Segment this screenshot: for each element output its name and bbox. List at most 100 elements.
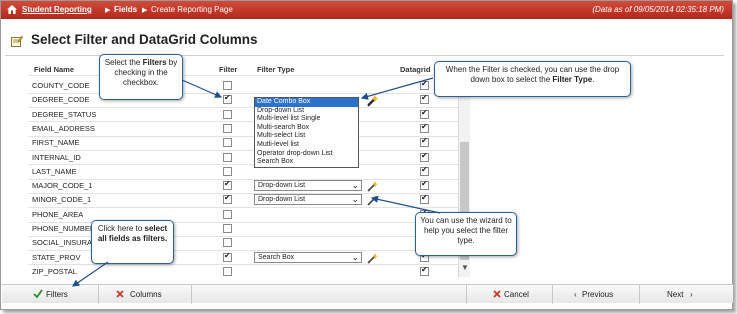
dropdown-option[interactable]: Operator drop-down List bbox=[255, 150, 358, 159]
columns-button[interactable]: Columns bbox=[99, 285, 192, 304]
x-icon bbox=[492, 289, 502, 299]
breadcrumb-student-reporting[interactable]: Student Reporting bbox=[22, 5, 92, 14]
breadcrumb-separator-icon: ▶ bbox=[105, 7, 111, 14]
callout-filter-type: When the Filter is checked, you can use … bbox=[434, 61, 631, 97]
filter-checkbox[interactable] bbox=[223, 251, 232, 262]
scroll-down-icon[interactable]: ▼ bbox=[461, 263, 469, 272]
filters-button[interactable]: Filters bbox=[2, 285, 99, 304]
header-divider-line bbox=[28, 75, 458, 76]
chevron-right-icon: › bbox=[690, 290, 693, 299]
breadcrumb-fields[interactable]: Fields bbox=[114, 5, 137, 14]
field-name: PHONE_AREA bbox=[32, 209, 84, 219]
datagrid-checkbox[interactable] bbox=[420, 193, 429, 205]
field-name: PHONE_NUMBER bbox=[32, 224, 96, 233]
field-name: ZIP_POSTAL bbox=[32, 266, 77, 276]
dropdown-option[interactable]: Search Box bbox=[255, 158, 358, 167]
field-name: LAST_NAME bbox=[32, 166, 77, 176]
row-divider bbox=[28, 207, 458, 209]
field-name: DEGREE_STATUS bbox=[32, 109, 97, 119]
page-title: Select Filter and DataGrid Columns bbox=[31, 32, 258, 47]
chevron-left-icon: ‹ bbox=[574, 290, 577, 299]
dropdown-option[interactable]: Multi-select List bbox=[255, 132, 358, 141]
filter-type-value: Search Box bbox=[258, 253, 295, 261]
filter-type-value: Drop-down List bbox=[258, 196, 306, 204]
filter-checkbox[interactable] bbox=[223, 166, 232, 176]
filter-type-value: Drop-down List bbox=[258, 182, 306, 190]
wizard-wand-icon[interactable] bbox=[366, 194, 378, 206]
wizard-wand-icon[interactable] bbox=[366, 95, 378, 107]
breadcrumb-current-page: Create Reporting Page bbox=[151, 5, 233, 14]
previous-button[interactable]: ‹ Previous bbox=[553, 285, 640, 304]
cancel-button[interactable]: Cancel bbox=[466, 285, 553, 304]
row-divider bbox=[28, 178, 458, 180]
filter-checkbox[interactable] bbox=[223, 93, 232, 105]
chevron-down-icon: ⌄ bbox=[351, 251, 359, 262]
dropdown-option[interactable]: Mutli-level list bbox=[255, 141, 358, 150]
datagrid-checkbox[interactable] bbox=[420, 165, 429, 176]
row-divider bbox=[28, 121, 458, 123]
column-header-field-name[interactable]: Field Name bbox=[34, 65, 74, 74]
breadcrumb-separator-icon: ▶ bbox=[142, 7, 148, 14]
row-divider bbox=[28, 92, 458, 94]
window-frame: Student Reporting ▶ Fields ▶ Create Repo… bbox=[0, 0, 733, 310]
row-divider bbox=[28, 192, 458, 194]
callout-select-all: Click here to select all fields as filte… bbox=[91, 220, 174, 264]
filter-type-dropdown-list[interactable]: Date Combo Box Drop-down List Multi-level … bbox=[254, 97, 359, 168]
field-name: COUNTY_CODE bbox=[32, 81, 90, 90]
field-name: MAJOR_CODE_1 bbox=[32, 181, 93, 191]
row-divider bbox=[28, 135, 458, 137]
datagrid-checkbox[interactable] bbox=[420, 151, 429, 162]
datagrid-checkbox[interactable] bbox=[420, 79, 429, 90]
row-divider bbox=[28, 150, 458, 151]
dropdown-option[interactable]: Multi-level list Single bbox=[255, 115, 358, 124]
chevron-down-icon: ⌄ bbox=[351, 194, 359, 205]
x-icon bbox=[115, 289, 125, 299]
edit-page-icon bbox=[11, 35, 23, 47]
filter-checkbox[interactable] bbox=[223, 152, 232, 162]
row-divider bbox=[28, 264, 458, 266]
field-name: STATE_PROV bbox=[32, 252, 81, 262]
filter-checkbox[interactable] bbox=[223, 123, 232, 133]
row-divider bbox=[28, 164, 458, 166]
dropdown-option[interactable]: Drop-down List bbox=[255, 107, 358, 116]
field-name: SOCIAL_INSURA bbox=[32, 238, 93, 248]
chevron-down-icon: ⌄ bbox=[351, 180, 359, 191]
datagrid-checkbox[interactable] bbox=[420, 265, 429, 276]
column-header-filter-type[interactable]: Filter Type bbox=[257, 65, 294, 74]
filter-type-select[interactable]: Drop-down List ⌄ bbox=[254, 180, 362, 192]
field-name: EMAIL_ADDRESS bbox=[32, 123, 95, 133]
filter-checkbox[interactable] bbox=[223, 193, 232, 205]
home-icon[interactable] bbox=[7, 5, 17, 14]
filter-checkbox[interactable] bbox=[223, 266, 232, 276]
checkmark-icon bbox=[33, 289, 43, 299]
callout-select-filters: Select the Filters by checking in the ch… bbox=[99, 54, 183, 100]
datagrid-checkbox[interactable] bbox=[420, 93, 429, 105]
filter-checkbox[interactable] bbox=[223, 224, 232, 233]
filter-type-select[interactable]: Search Box ⌄ bbox=[254, 251, 362, 263]
datagrid-checkbox[interactable] bbox=[420, 108, 429, 119]
field-name: INTERNAL_ID bbox=[32, 152, 81, 162]
filter-checkbox[interactable] bbox=[223, 238, 232, 248]
datagrid-checkbox[interactable] bbox=[420, 136, 429, 148]
datagrid-checkbox[interactable] bbox=[420, 122, 429, 133]
callout-wizard: You can use the wizard to help you selec… bbox=[415, 212, 517, 256]
wizard-wand-icon[interactable] bbox=[366, 180, 378, 192]
filter-checkbox[interactable] bbox=[223, 109, 232, 119]
filter-type-select[interactable]: Drop-down List ⌄ bbox=[254, 194, 362, 206]
column-header-filter[interactable]: Filter bbox=[219, 65, 237, 74]
filter-checkbox[interactable] bbox=[223, 179, 232, 191]
dropdown-option[interactable]: Date Combo Box bbox=[255, 98, 358, 107]
dropdown-option[interactable]: Multi-search Box bbox=[255, 124, 358, 133]
filter-checkbox[interactable] bbox=[223, 138, 232, 148]
field-name: MINOR_CODE_1 bbox=[32, 195, 92, 205]
top-bar: Student Reporting ▶ Fields ▶ Create Repo… bbox=[1, 1, 732, 19]
datagrid-checkbox[interactable] bbox=[420, 179, 429, 191]
field-name: FIRST_NAME bbox=[32, 138, 80, 148]
next-button[interactable]: Next › bbox=[640, 285, 732, 304]
column-header-datagrid[interactable]: Datagrid bbox=[400, 65, 430, 74]
field-name: DEGREE_CODE bbox=[32, 95, 90, 105]
filter-checkbox[interactable] bbox=[223, 81, 232, 90]
wizard-wand-icon[interactable] bbox=[366, 252, 378, 264]
filter-checkbox[interactable] bbox=[223, 209, 232, 219]
footer-toolbar: Filters Columns Cancel ‹ Previous Next › bbox=[2, 284, 733, 304]
